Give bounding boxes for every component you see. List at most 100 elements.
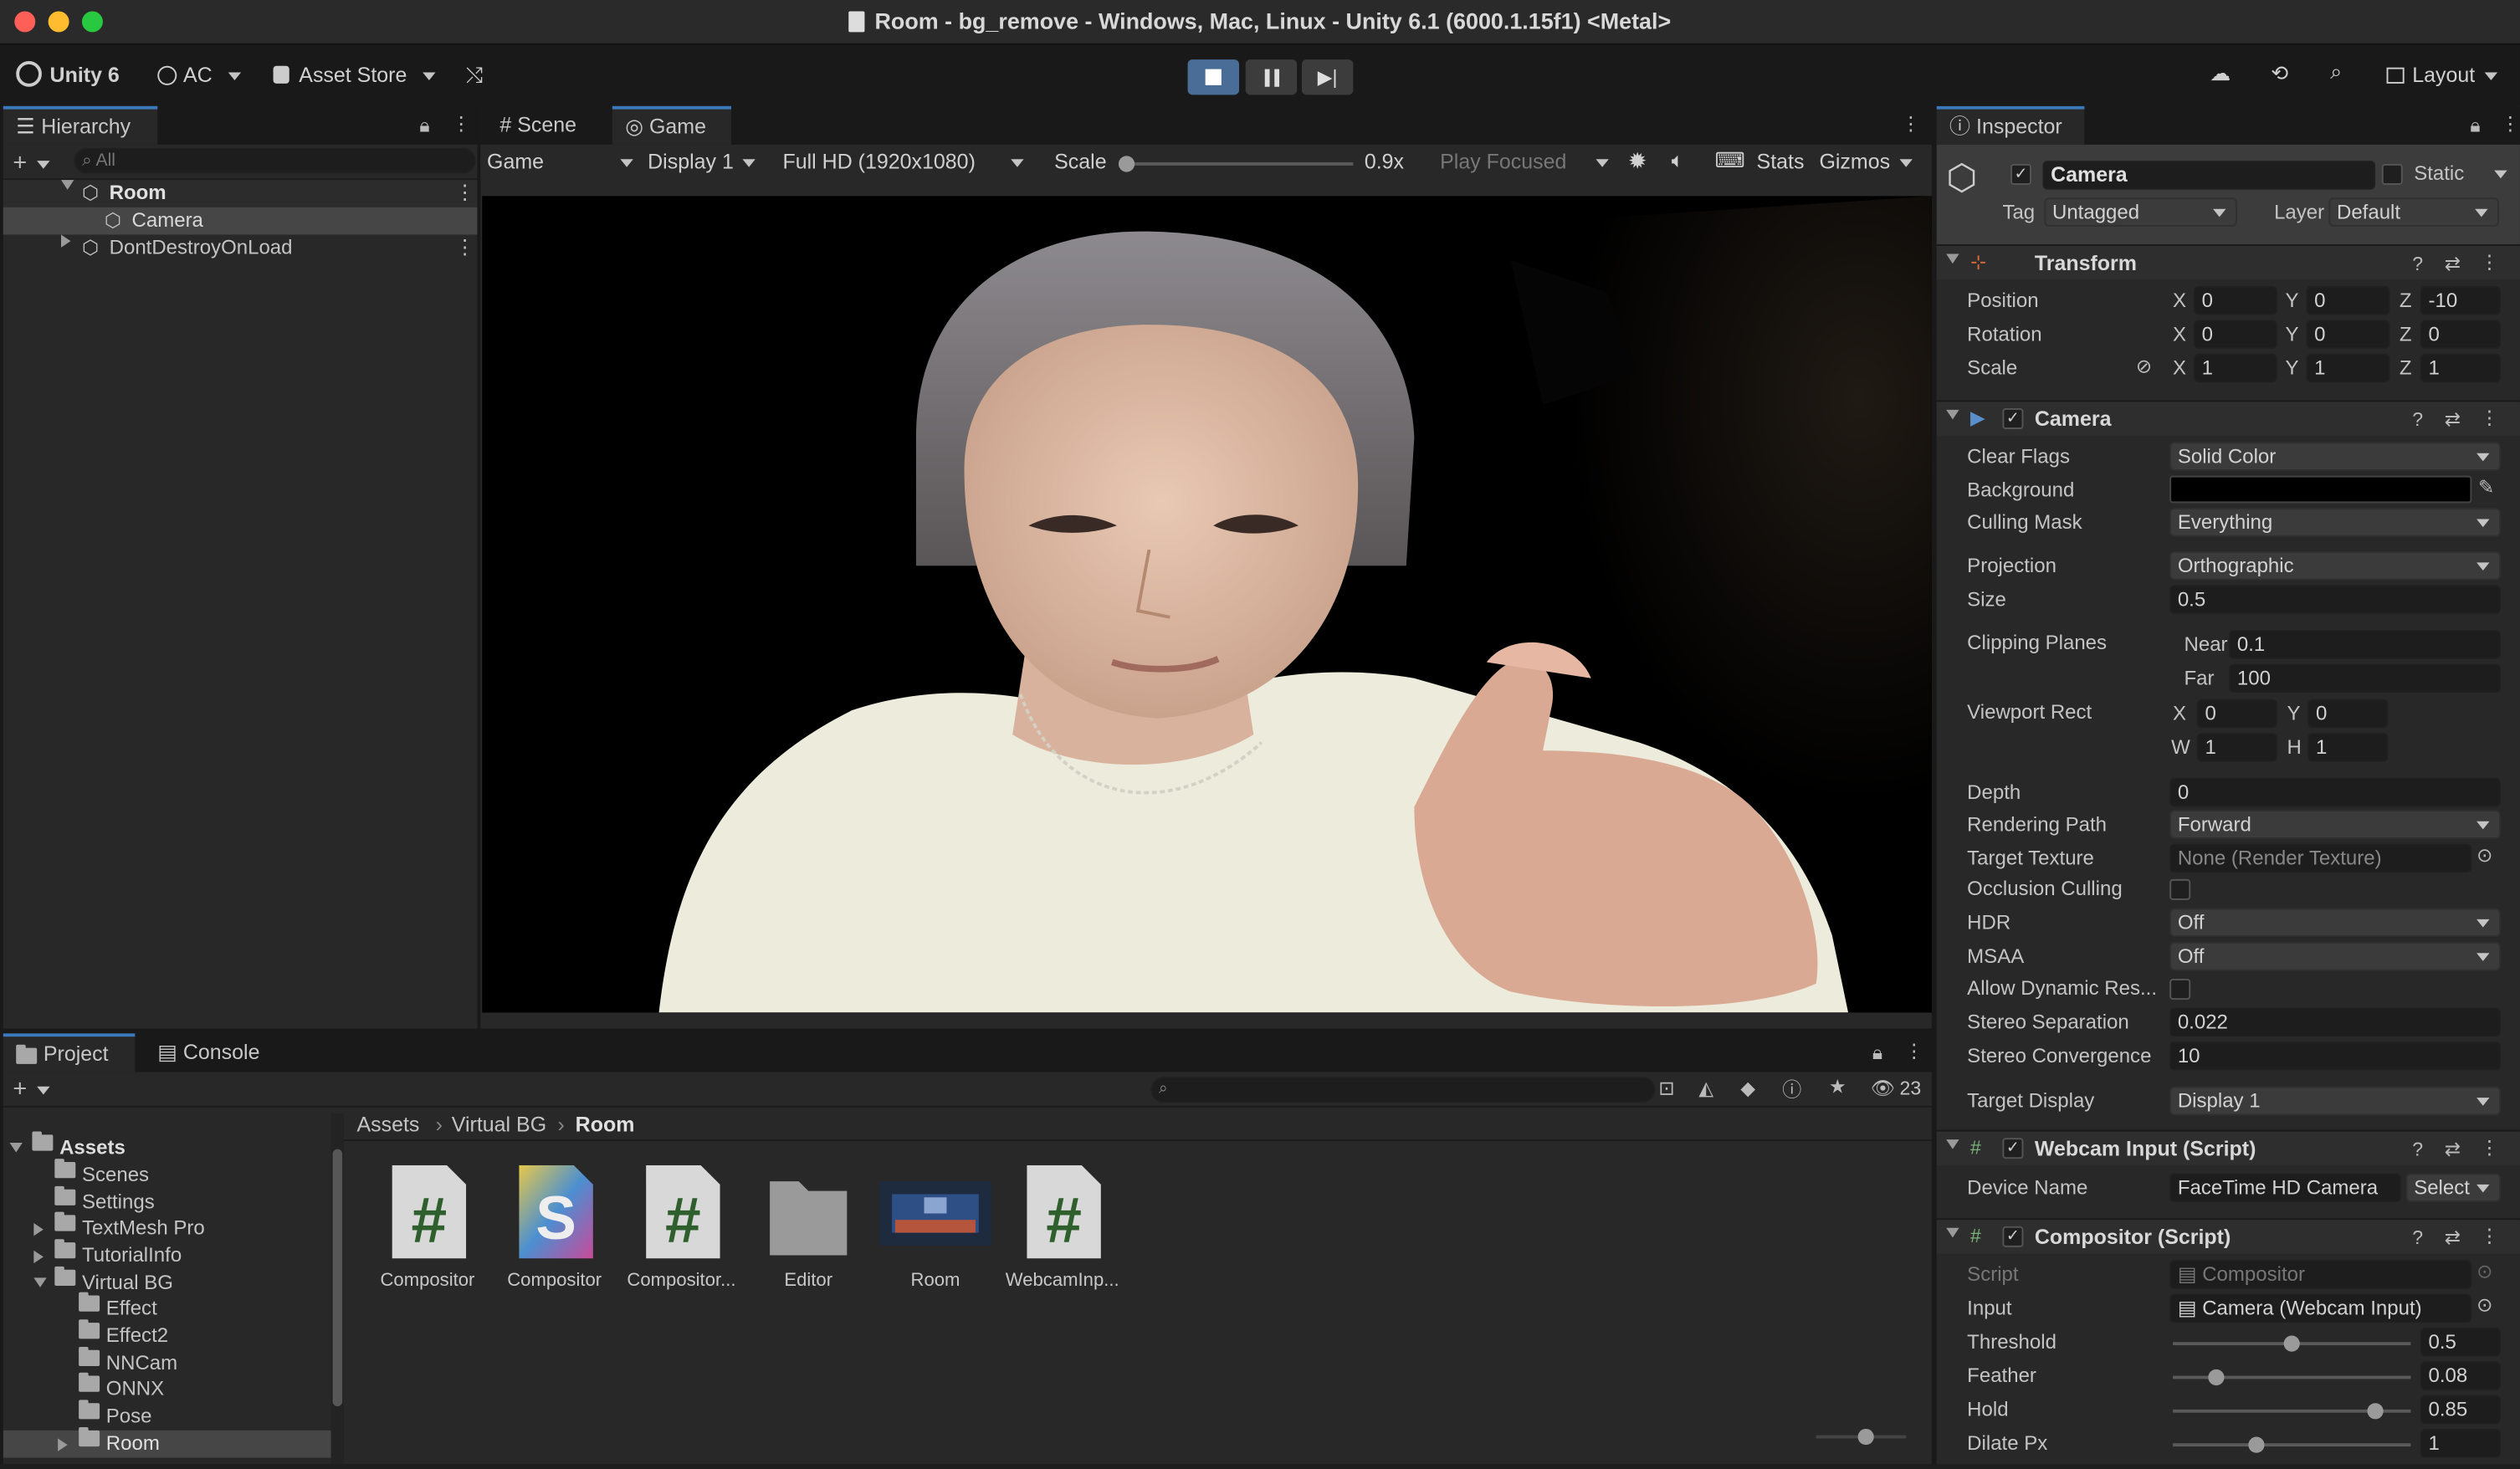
stereo-convergence-input[interactable]: 10 xyxy=(2169,1041,2501,1071)
hdr-dropdown[interactable]: Off xyxy=(2169,908,2501,938)
layer-dropdown[interactable]: Default xyxy=(2328,197,2499,227)
tab-hierarchy[interactable]: ☰ Hierarchy xyxy=(3,105,158,145)
tab-scene[interactable]: # Scene xyxy=(487,106,589,145)
threshold-slider-knob[interactable] xyxy=(2283,1335,2300,1352)
feather-slider[interactable] xyxy=(2173,1369,2411,1386)
breadcrumb-virtual-bg[interactable]: Virtual BG xyxy=(452,1109,546,1141)
asset-webcaminput-script[interactable]: # WebcamInp... xyxy=(1000,1164,1125,1291)
target-texture-field[interactable]: None (Render Texture) xyxy=(2169,843,2472,873)
help-icon[interactable]: ? xyxy=(2412,1226,2423,1249)
tree-item-settings[interactable]: Settings xyxy=(3,1185,331,1217)
kebab-menu-icon[interactable]: ⋮ xyxy=(455,180,475,207)
viewport-x-input[interactable]: 0 xyxy=(2196,699,2277,729)
play-focused-dropdown[interactable]: Play Focused xyxy=(1440,150,1608,174)
tree-scrollbar[interactable] xyxy=(330,1113,345,1465)
presets-icon[interactable]: ⇄ xyxy=(2445,408,2461,431)
play-button[interactable] xyxy=(1187,59,1240,95)
allow-dynamic-resolution-checkbox[interactable] xyxy=(2169,979,2191,1000)
rotation-z-input[interactable]: 0 xyxy=(2420,320,2501,349)
hierarchy-item-room[interactable]: ⬡ Room ⋮ xyxy=(3,180,478,207)
layout-dropdown[interactable]: Layout xyxy=(2386,63,2498,87)
history-icon[interactable]: ⟲ xyxy=(2271,61,2288,87)
background-color-swatch[interactable] xyxy=(2169,475,2472,504)
size-input[interactable]: 0.5 xyxy=(2169,585,2501,614)
asset-compositor-editor-script[interactable]: # Compositor... xyxy=(619,1164,745,1291)
projection-dropdown[interactable]: Orthographic xyxy=(2169,550,2501,581)
search-icon[interactable]: ⌕ xyxy=(2330,59,2342,85)
bug-icon[interactable]: ✹ xyxy=(1628,148,1647,176)
filter-by-label-icon[interactable]: ◆ xyxy=(1740,1077,1755,1099)
near-input[interactable]: 0.1 xyxy=(2229,630,2501,659)
link-icon[interactable]: ⊘ xyxy=(2136,356,2152,378)
tab-game[interactable]: ◎ Game xyxy=(612,105,732,145)
feather-input[interactable]: 0.08 xyxy=(2420,1361,2501,1390)
static-dropdown[interactable] xyxy=(2485,162,2507,185)
hierarchy-item-dontdestroyonload[interactable]: ⬡ DontDestroyOnLoad ⋮ xyxy=(3,234,478,262)
icon-size-slider[interactable] xyxy=(1816,1428,1907,1446)
keyboard-icon[interactable]: ⌨ xyxy=(1715,148,1745,174)
compositor-component-header[interactable]: # ✓ Compositor (Script) ? ⇄ ⋮ xyxy=(1936,1218,2520,1254)
rotation-y-input[interactable]: 0 xyxy=(2306,320,2390,349)
rendering-path-dropdown[interactable]: Forward xyxy=(2169,810,2501,839)
gizmos-dropdown[interactable]: Gizmos xyxy=(1819,150,1913,174)
help-icon[interactable]: ? xyxy=(2412,253,2423,275)
tree-item-virtual-bg[interactable]: Virtual BG xyxy=(3,1266,331,1298)
asset-compositor-shader[interactable]: S Compositor xyxy=(492,1164,617,1291)
filter-by-type-icon[interactable]: ◭ xyxy=(1698,1077,1713,1099)
dilate-px-slider-knob[interactable] xyxy=(2247,1436,2265,1453)
pause-button[interactable] xyxy=(1245,59,1298,95)
device-name-input[interactable]: FaceTime HD Camera xyxy=(2169,1173,2401,1203)
static-checkbox[interactable] xyxy=(2381,163,2403,185)
version-control-icon[interactable]: ⤭ xyxy=(466,63,483,89)
tag-dropdown[interactable]: Untagged xyxy=(2044,197,2237,227)
breadcrumb-room[interactable]: Room xyxy=(576,1109,635,1141)
tab-inspector[interactable]: ⓘ Inspector xyxy=(1936,105,2085,145)
tree-item-room[interactable]: Room xyxy=(3,1427,331,1458)
cloud-icon[interactable]: ☁ xyxy=(2210,61,2231,87)
compositor-enabled-checkbox[interactable]: ✓ xyxy=(2002,1226,2024,1247)
depth-input[interactable]: 0 xyxy=(2169,777,2501,807)
viewport-h-input[interactable]: 1 xyxy=(2307,733,2389,762)
stereo-separation-input[interactable]: 0.022 xyxy=(2169,1007,2501,1037)
help-icon[interactable]: ? xyxy=(2412,408,2423,431)
expand-arrow-icon[interactable] xyxy=(60,234,71,248)
tree-item-scenes[interactable]: Scenes xyxy=(3,1159,331,1190)
asset-store-dropdown[interactable]: Asset Store xyxy=(273,63,436,87)
asset-room-scene[interactable]: Room xyxy=(873,1165,998,1291)
game-dropdown[interactable]: Game xyxy=(487,150,634,174)
position-y-input[interactable]: 0 xyxy=(2306,285,2390,315)
hierarchy-search-input[interactable]: ⌕ All xyxy=(74,147,476,174)
tree-item-onnx[interactable]: ONNX xyxy=(3,1372,331,1404)
eyedropper-icon[interactable]: ✎ xyxy=(2478,476,2494,499)
warning-icon[interactable]: ⓘ xyxy=(1782,1075,1801,1103)
lock-icon[interactable]: 🔒︎ xyxy=(2470,114,2480,138)
hidden-packages-icon[interactable]: 👁︎ xyxy=(1871,1077,1895,1099)
expand-arrow-icon[interactable] xyxy=(60,180,74,190)
kebab-menu-icon[interactable]: ⋮ xyxy=(2480,1136,2499,1159)
msaa-dropdown[interactable]: Off xyxy=(2169,941,2501,971)
object-picker-icon[interactable]: ⊙ xyxy=(2476,844,2492,867)
unity-menu-button[interactable]: Unity 6 xyxy=(16,61,120,87)
transform-component-header[interactable]: ⊹ Transform ? ⇄ ⋮ xyxy=(1936,244,2520,280)
icon-size-slider-knob[interactable] xyxy=(1857,1428,1874,1446)
search-options-icon[interactable]: ⊡ xyxy=(1658,1077,1674,1099)
account-dropdown[interactable]: AC xyxy=(157,63,240,87)
rotation-x-input[interactable]: 0 xyxy=(2194,320,2277,349)
kebab-menu-icon[interactable]: ⋮ xyxy=(1904,1040,1923,1062)
step-button[interactable]: ▶| xyxy=(1301,59,1354,95)
scale-slider-knob[interactable] xyxy=(1118,156,1135,172)
tree-item-effect2[interactable]: Effect2 xyxy=(3,1319,331,1350)
kebab-menu-icon[interactable]: ⋮ xyxy=(2480,407,2499,429)
camera-enabled-checkbox[interactable]: ✓ xyxy=(2002,407,2024,429)
lock-icon[interactable]: 🔒︎ xyxy=(419,114,429,138)
device-select-dropdown[interactable]: Select xyxy=(2405,1173,2501,1203)
far-input[interactable]: 100 xyxy=(2229,663,2501,694)
asset-editor-folder[interactable]: Editor xyxy=(745,1165,871,1291)
tree-scrollbar-thumb[interactable] xyxy=(332,1149,343,1407)
tab-project[interactable]: Project xyxy=(3,1033,136,1072)
asset-compositor-script[interactable]: # Compositor xyxy=(365,1164,490,1291)
feather-slider-knob[interactable] xyxy=(2207,1369,2224,1386)
tab-console[interactable]: ▤ Console xyxy=(145,1033,273,1072)
webcam-enabled-checkbox[interactable]: ✓ xyxy=(2002,1138,2024,1159)
hierarchy-item-camera[interactable]: ⬡ Camera xyxy=(3,207,478,235)
